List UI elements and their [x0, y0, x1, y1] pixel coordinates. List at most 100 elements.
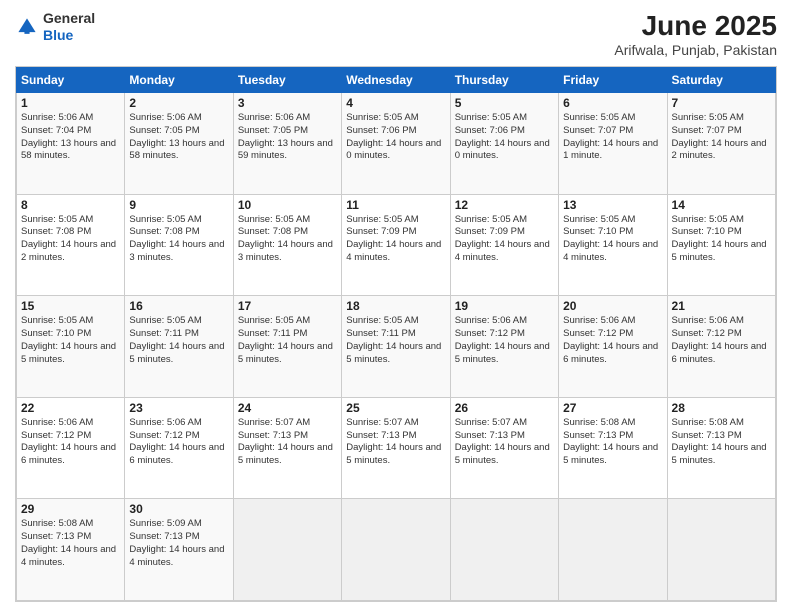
table-row: 25 Sunrise: 5:07 AMSunset: 7:13 PMDayligh… — [342, 397, 450, 499]
day-number: 23 — [129, 401, 228, 415]
day-info: Sunrise: 5:05 AMSunset: 7:11 PMDaylight:… — [238, 315, 337, 366]
day-number: 11 — [346, 198, 445, 212]
table-row: 8 Sunrise: 5:05 AMSunset: 7:08 PMDaylight… — [17, 194, 125, 296]
day-number: 15 — [21, 299, 120, 313]
table-row: 7Sunrise: 5:05 AMSunset: 7:07 PMDaylight… — [667, 93, 775, 195]
location: Arifwala, Punjab, Pakistan — [614, 42, 777, 58]
title-block: June 2025 Arifwala, Punjab, Pakistan — [614, 10, 777, 58]
col-friday: Friday — [559, 68, 667, 93]
day-info: Sunrise: 5:05 AMSunset: 7:09 PMDaylight:… — [455, 214, 554, 265]
day-info: Sunrise: 5:07 AMSunset: 7:13 PMDaylight:… — [455, 417, 554, 468]
col-saturday: Saturday — [667, 68, 775, 93]
day-info: Sunrise: 5:07 AMSunset: 7:13 PMDaylight:… — [346, 417, 445, 468]
table-row: 18 Sunrise: 5:05 AMSunset: 7:11 PMDayligh… — [342, 296, 450, 398]
col-monday: Monday — [125, 68, 233, 93]
day-number: 8 — [21, 198, 120, 212]
table-row: 3Sunrise: 5:06 AMSunset: 7:05 PMDaylight… — [233, 93, 341, 195]
table-row: 28Sunrise: 5:08 AMSunset: 7:13 PMDayligh… — [667, 397, 775, 499]
day-number: 14 — [672, 198, 771, 212]
table-row — [667, 499, 775, 601]
table-row: 11 Sunrise: 5:05 AMSunset: 7:09 PMDayligh… — [342, 194, 450, 296]
day-info: Sunrise: 5:08 AMSunset: 7:13 PMDaylight:… — [563, 417, 662, 468]
day-number: 12 — [455, 198, 554, 212]
table-row — [233, 499, 341, 601]
day-number: 21 — [672, 299, 771, 313]
day-number: 1 — [21, 96, 120, 110]
day-info: Sunrise: 5:05 AMSunset: 7:06 PMDaylight:… — [346, 112, 445, 163]
day-number: 20 — [563, 299, 662, 313]
day-number: 25 — [346, 401, 445, 415]
table-row: 2Sunrise: 5:06 AMSunset: 7:05 PMDaylight… — [125, 93, 233, 195]
header: General Blue June 2025 Arifwala, Punjab,… — [15, 10, 777, 58]
table-row: 30Sunrise: 5:09 AMSunset: 7:13 PMDayligh… — [125, 499, 233, 601]
day-number: 29 — [21, 502, 120, 516]
calendar-row: 29 Sunrise: 5:08 AMSunset: 7:13 PMDayligh… — [17, 499, 776, 601]
table-row: 20 Sunrise: 5:06 AMSunset: 7:12 PMDayligh… — [559, 296, 667, 398]
day-number: 22 — [21, 401, 120, 415]
day-info: Sunrise: 5:05 AMSunset: 7:07 PMDaylight:… — [563, 112, 662, 163]
table-row: 13Sunrise: 5:05 AMSunset: 7:10 PMDayligh… — [559, 194, 667, 296]
col-tuesday: Tuesday — [233, 68, 341, 93]
day-info: Sunrise: 5:05 AMSunset: 7:08 PMDaylight:… — [238, 214, 337, 265]
header-row: Sunday Monday Tuesday Wednesday Thursday… — [17, 68, 776, 93]
table-row — [342, 499, 450, 601]
day-number: 17 — [238, 299, 337, 313]
day-info: Sunrise: 5:05 AMSunset: 7:06 PMDaylight:… — [455, 112, 554, 163]
day-info: Sunrise: 5:05 AMSunset: 7:08 PMDaylight:… — [21, 214, 120, 265]
table-row: 12 Sunrise: 5:05 AMSunset: 7:09 PMDayligh… — [450, 194, 558, 296]
table-row: 4 Sunrise: 5:05 AMSunset: 7:06 PMDaylight… — [342, 93, 450, 195]
table-row: 19 Sunrise: 5:06 AMSunset: 7:12 PMDayligh… — [450, 296, 558, 398]
calendar-row: 1 Sunrise: 5:06 AMSunset: 7:04 PMDaylight… — [17, 93, 776, 195]
day-info: Sunrise: 5:06 AMSunset: 7:12 PMDaylight:… — [21, 417, 120, 468]
day-info: Sunrise: 5:06 AMSunset: 7:12 PMDaylight:… — [672, 315, 771, 366]
logo-general: General — [43, 10, 95, 26]
day-info: Sunrise: 5:07 AMSunset: 7:13 PMDaylight:… — [238, 417, 337, 468]
day-number: 24 — [238, 401, 337, 415]
table-row: 21 Sunrise: 5:06 AMSunset: 7:12 PMDayligh… — [667, 296, 775, 398]
table-row: 16 Sunrise: 5:05 AMSunset: 7:11 PMDayligh… — [125, 296, 233, 398]
day-number: 26 — [455, 401, 554, 415]
calendar-table: Sunday Monday Tuesday Wednesday Thursday… — [16, 67, 776, 601]
table-row: 9 Sunrise: 5:05 AMSunset: 7:08 PMDaylight… — [125, 194, 233, 296]
day-number: 6 — [563, 96, 662, 110]
day-info: Sunrise: 5:06 AMSunset: 7:04 PMDaylight:… — [21, 112, 120, 163]
day-number: 3 — [238, 96, 337, 110]
day-number: 10 — [238, 198, 337, 212]
day-info: Sunrise: 5:08 AMSunset: 7:13 PMDaylight:… — [21, 518, 120, 569]
day-info: Sunrise: 5:06 AMSunset: 7:12 PMDaylight:… — [563, 315, 662, 366]
day-number: 4 — [346, 96, 445, 110]
calendar-row: 15 Sunrise: 5:05 AMSunset: 7:10 PMDayligh… — [17, 296, 776, 398]
calendar-row: 22 Sunrise: 5:06 AMSunset: 7:12 PMDayligh… — [17, 397, 776, 499]
day-number: 18 — [346, 299, 445, 313]
day-number: 19 — [455, 299, 554, 313]
day-info: Sunrise: 5:05 AMSunset: 7:10 PMDaylight:… — [21, 315, 120, 366]
table-row: 10 Sunrise: 5:05 AMSunset: 7:08 PMDayligh… — [233, 194, 341, 296]
table-row: 14 Sunrise: 5:05 AMSunset: 7:10 PMDayligh… — [667, 194, 775, 296]
logo-blue: Blue — [43, 27, 73, 43]
day-info: Sunrise: 5:05 AMSunset: 7:09 PMDaylight:… — [346, 214, 445, 265]
calendar-row: 8 Sunrise: 5:05 AMSunset: 7:08 PMDaylight… — [17, 194, 776, 296]
day-number: 9 — [129, 198, 228, 212]
day-info: Sunrise: 5:05 AMSunset: 7:07 PMDaylight:… — [672, 112, 771, 163]
day-info: Sunrise: 5:05 AMSunset: 7:10 PMDaylight:… — [563, 214, 662, 265]
day-info: Sunrise: 5:06 AMSunset: 7:12 PMDaylight:… — [455, 315, 554, 366]
day-info: Sunrise: 5:05 AMSunset: 7:10 PMDaylight:… — [672, 214, 771, 265]
calendar-header: Sunday Monday Tuesday Wednesday Thursday… — [17, 68, 776, 93]
month-title: June 2025 — [614, 10, 777, 42]
day-number: 2 — [129, 96, 228, 110]
table-row: 22 Sunrise: 5:06 AMSunset: 7:12 PMDayligh… — [17, 397, 125, 499]
table-row: 26 Sunrise: 5:07 AMSunset: 7:13 PMDayligh… — [450, 397, 558, 499]
day-info: Sunrise: 5:05 AMSunset: 7:08 PMDaylight:… — [129, 214, 228, 265]
day-info: Sunrise: 5:05 AMSunset: 7:11 PMDaylight:… — [129, 315, 228, 366]
calendar: Sunday Monday Tuesday Wednesday Thursday… — [15, 66, 777, 602]
logo-icon — [15, 15, 39, 39]
table-row: 17 Sunrise: 5:05 AMSunset: 7:11 PMDayligh… — [233, 296, 341, 398]
day-number: 27 — [563, 401, 662, 415]
table-row: 5Sunrise: 5:05 AMSunset: 7:06 PMDaylight… — [450, 93, 558, 195]
day-number: 16 — [129, 299, 228, 313]
table-row: 27 Sunrise: 5:08 AMSunset: 7:13 PMDayligh… — [559, 397, 667, 499]
day-number: 30 — [129, 502, 228, 516]
day-info: Sunrise: 5:05 AMSunset: 7:11 PMDaylight:… — [346, 315, 445, 366]
day-info: Sunrise: 5:08 AMSunset: 7:13 PMDaylight:… — [672, 417, 771, 468]
table-row — [559, 499, 667, 601]
